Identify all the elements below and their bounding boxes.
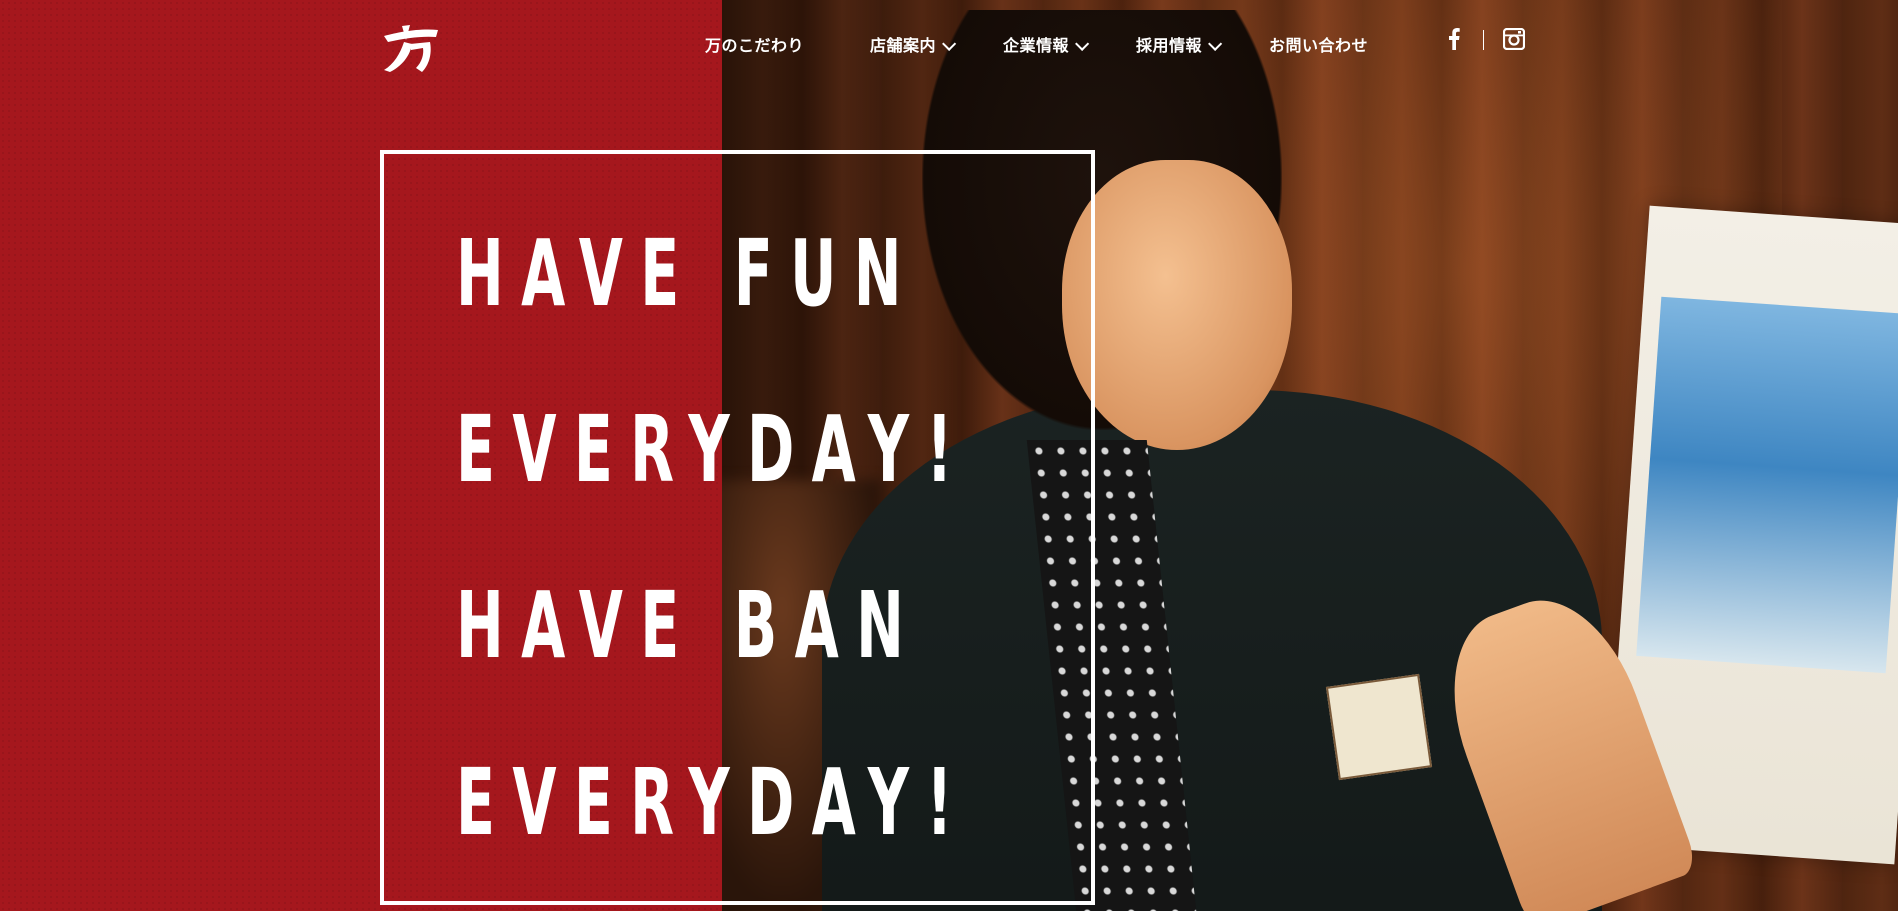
nav-stores[interactable]: 店舗案内: [870, 32, 957, 56]
name-badge: [1325, 673, 1433, 781]
nav-contact-label: お問い合わせ: [1269, 36, 1369, 55]
site-logo[interactable]: [380, 22, 442, 74]
facebook-icon: [1449, 28, 1460, 50]
staff-face: [1062, 160, 1292, 450]
headline-line-1: HAVE FUN: [456, 220, 919, 327]
instagram-link[interactable]: [1502, 27, 1526, 54]
nav-kodawari-label: 万のこだわり: [705, 36, 805, 55]
headline-line-3: HAVE BAN: [456, 572, 922, 679]
poster-image: [1636, 296, 1898, 674]
headline-line-4: EVERYDAY!: [456, 749, 970, 856]
logo-icon: [384, 25, 438, 72]
nav-recruit-label: 採用情報: [1136, 36, 1203, 55]
headline-line-2: EVERYDAY!: [456, 396, 970, 503]
nav-stores-label: 店舗案内: [870, 36, 937, 55]
nav-contact[interactable]: お問い合わせ: [1269, 32, 1368, 56]
nav-company[interactable]: 企業情報: [1003, 32, 1090, 56]
social-divider: [1483, 30, 1484, 50]
instagram-icon: [1502, 27, 1526, 51]
nav-recruit[interactable]: 採用情報: [1136, 32, 1223, 56]
facebook-link[interactable]: [1448, 28, 1460, 54]
nav-company-label: 企業情報: [1003, 36, 1070, 55]
nav-kodawari[interactable]: 万のこだわり: [705, 32, 804, 56]
